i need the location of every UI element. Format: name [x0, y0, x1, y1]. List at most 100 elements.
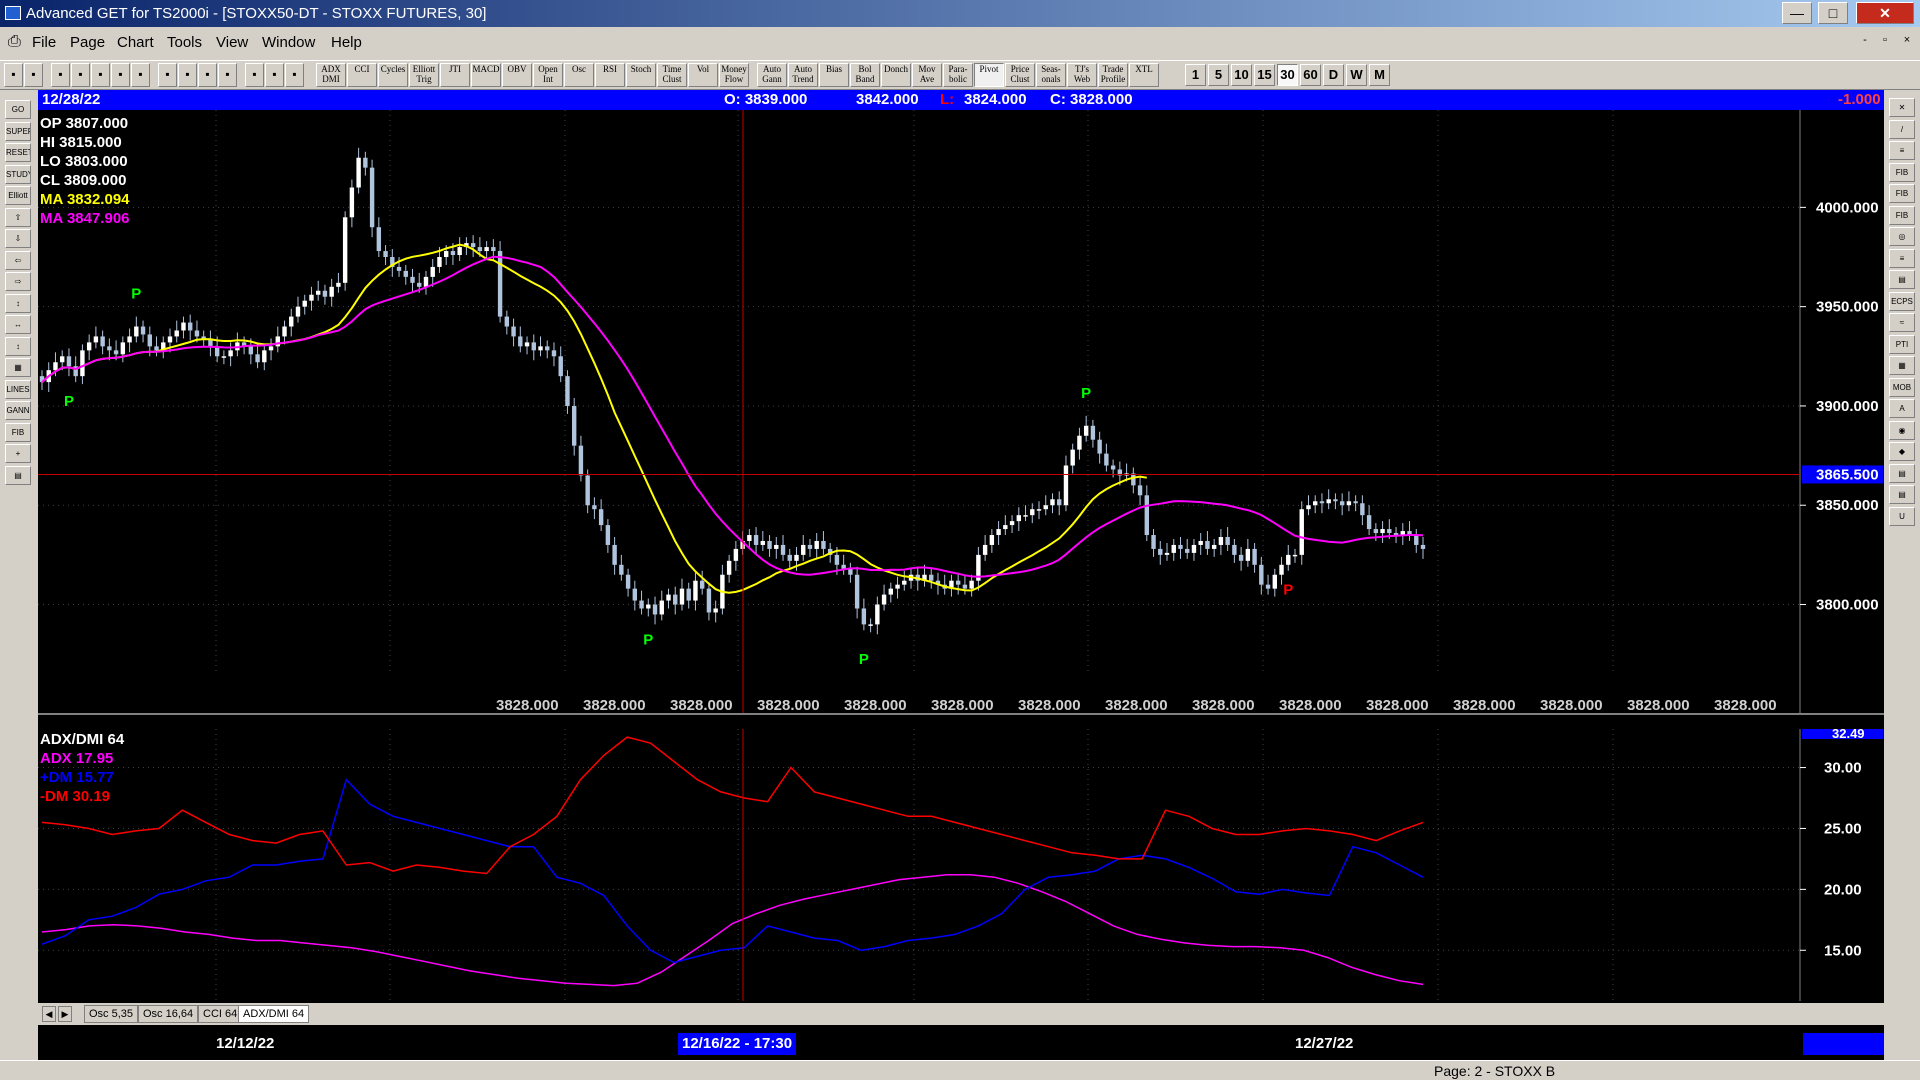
toolbar-tool-icon[interactable]: ▪	[198, 63, 217, 87]
left-tool-gann-icon[interactable]: GANN	[5, 401, 31, 420]
study-button-trade-profile[interactable]: Trade Profile	[1098, 63, 1128, 87]
study-button-auto-gann[interactable]: Auto Gann	[757, 63, 787, 87]
tab-scroll-right-icon[interactable]: ▶	[58, 1006, 72, 1022]
study-button-donch[interactable]: Donch	[881, 63, 911, 87]
tab-scroll-left-icon[interactable]: ◀	[42, 1006, 56, 1022]
menu-tools[interactable]: Tools	[167, 34, 202, 51]
menu-page[interactable]: Page	[70, 34, 105, 51]
left-tool-tool-icon[interactable]: ⇩	[5, 229, 31, 248]
toolbar-tool-icon[interactable]: ▪	[218, 63, 237, 87]
study-button-xtl[interactable]: XTL	[1129, 63, 1159, 87]
right-tool-fib-ext-icon[interactable]: FIB EXT	[1889, 184, 1915, 203]
study-button-price-clust[interactable]: Price Clust	[1005, 63, 1035, 87]
menu-view[interactable]: View	[216, 34, 248, 51]
mdi-restore-button[interactable]: ▫	[1876, 34, 1894, 50]
study-button-bias[interactable]: Bias	[819, 63, 849, 87]
study-button-obv[interactable]: OBV	[502, 63, 532, 87]
toolbar-tool-icon[interactable]: ▪	[158, 63, 177, 87]
timeframe-button-w[interactable]: W	[1346, 64, 1367, 86]
study-button-macd[interactable]: MACD	[471, 63, 501, 87]
left-tool-go-icon[interactable]: GO	[5, 100, 31, 119]
study-button-stoch[interactable]: Stoch	[626, 63, 656, 87]
right-tool-tool-icon[interactable]: ▤	[1889, 270, 1915, 289]
toolbar-tool-icon[interactable]: ▪	[245, 63, 264, 87]
toolbar-tool-icon[interactable]: ▪	[265, 63, 284, 87]
left-tool-fib-icon[interactable]: FIB	[5, 422, 31, 442]
study-button-bol-band[interactable]: Bol Band	[850, 63, 880, 87]
menu-file[interactable]: File	[32, 34, 56, 51]
adx-dmi-chart[interactable]: 30.00 25.00 20.00 15.00 32.49	[38, 729, 1884, 1001]
left-tool-lines-icon[interactable]: LINES	[5, 379, 31, 399]
minimize-button[interactable]: —	[1782, 2, 1812, 24]
study-button-rsi[interactable]: RSI	[595, 63, 625, 87]
timeframe-button-5[interactable]: 5	[1208, 64, 1229, 86]
right-tool-fib-time-icon[interactable]: FIB TIME	[1889, 205, 1915, 225]
timeframe-button-30[interactable]: 30	[1277, 64, 1298, 86]
study-button-vol[interactable]: Vol	[688, 63, 718, 87]
right-tool-tool-icon[interactable]: ◎	[1889, 227, 1915, 246]
close-button[interactable]: ✕	[1856, 2, 1914, 24]
left-tool-tool-icon[interactable]: ⇦	[5, 250, 31, 270]
tab-cci-64[interactable]: CCI 64	[198, 1005, 243, 1023]
study-button-mov-ave[interactable]: Mov Ave	[912, 63, 942, 87]
timeframe-button-15[interactable]: 15	[1254, 64, 1275, 86]
timeframe-button-m[interactable]: M	[1369, 64, 1390, 86]
study-button-pivot[interactable]: Pivot	[974, 63, 1004, 87]
study-button-para-bolic[interactable]: Para-bolic	[943, 63, 973, 87]
right-tool-tool-icon[interactable]: ≈	[1889, 313, 1915, 332]
left-tool-tool-icon[interactable]: ↔	[5, 315, 31, 334]
study-button-elliott-trig[interactable]: Elliott Trig	[409, 63, 439, 87]
price-chart[interactable]: 4000.000 3950.000 3900.000 3850.000 3800.000…	[38, 110, 1884, 715]
mdi-close-button[interactable]: ×	[1898, 34, 1916, 50]
right-tool-fib-ret-icon[interactable]: FIB RET	[1889, 162, 1915, 182]
study-button-adx-dmi[interactable]: ADX DMI	[316, 63, 346, 87]
timeframe-button-1[interactable]: 1	[1185, 64, 1206, 86]
study-button-cci[interactable]: CCI	[347, 63, 377, 87]
menu-help[interactable]: Help	[331, 34, 362, 51]
timeframe-button-60[interactable]: 60	[1300, 64, 1321, 86]
study-button-osc[interactable]: Osc	[564, 63, 594, 87]
study-button-auto-trend[interactable]: Auto Trend	[788, 63, 818, 87]
right-tool-tool-icon[interactable]: ≡	[1889, 248, 1915, 268]
toolbar-tool-icon[interactable]: ▪	[51, 63, 70, 87]
toolbar-tool-icon[interactable]: ▪	[71, 63, 90, 87]
left-tool-reset-icon[interactable]: RESET	[5, 143, 31, 162]
toolbar-tool-icon[interactable]: ▪	[4, 63, 23, 87]
left-tool-tool-icon[interactable]: ↕	[5, 293, 31, 313]
left-tool-tool-icon[interactable]: ↕	[5, 336, 31, 356]
left-tool-tool-icon[interactable]: ⇧	[5, 207, 31, 227]
right-tool-tool-icon[interactable]: ▦	[1889, 356, 1915, 375]
tab-osc-5-35[interactable]: Osc 5,35	[84, 1005, 139, 1023]
right-tool-a-icon[interactable]: A	[1889, 399, 1915, 418]
left-tool-super-icon[interactable]: SUPER	[5, 121, 31, 141]
toolbar-tool-icon[interactable]: ▪	[285, 63, 304, 87]
left-tool-tool-icon[interactable]: ⇨	[5, 272, 31, 291]
toolbar-tool-icon[interactable]: ▪	[111, 63, 130, 87]
toolbar-tool-icon[interactable]: ▪	[131, 63, 150, 87]
left-tool-tool-icon[interactable]: +	[5, 444, 31, 463]
study-button-seas-onals[interactable]: Seas-onals	[1036, 63, 1066, 87]
study-button-cycles[interactable]: Cycles	[378, 63, 408, 87]
right-tool-tool-icon[interactable]: ◆	[1889, 442, 1915, 461]
tab-adx-dmi-64[interactable]: ADX/DMI 64	[238, 1005, 310, 1023]
right-tool-u-icon[interactable]: U	[1889, 506, 1915, 526]
menu-chart[interactable]: Chart	[117, 34, 154, 51]
mdi-minimize-button[interactable]: -	[1856, 34, 1874, 50]
document-icon[interactable]: ⎙	[8, 33, 21, 51]
study-button-jti[interactable]: JTI	[440, 63, 470, 87]
timeframe-button-d[interactable]: D	[1323, 64, 1344, 86]
menu-window[interactable]: Window	[262, 34, 315, 51]
right-tool-tool-icon[interactable]: ▤	[1889, 485, 1915, 504]
left-tool-tool-icon[interactable]: ▤	[5, 465, 31, 485]
right-tool-tool-icon[interactable]: ≡	[1889, 141, 1915, 160]
left-tool-elliott-icon[interactable]: Elliott	[5, 186, 31, 205]
toolbar-tool-icon[interactable]: ▪	[91, 63, 110, 87]
timeframe-button-10[interactable]: 10	[1231, 64, 1252, 86]
tab-osc-16-64[interactable]: Osc 16,64	[138, 1005, 199, 1023]
study-button-tj-s-web[interactable]: TJ's Web	[1067, 63, 1097, 87]
toolbar-tool-icon[interactable]: ▪	[24, 63, 43, 87]
toolbar-tool-icon[interactable]: ▪	[178, 63, 197, 87]
right-tool-tool-icon[interactable]: ✕	[1889, 98, 1915, 117]
study-button-time-clust[interactable]: Time Clust	[657, 63, 687, 87]
left-tool-study-icon[interactable]: STUDY	[5, 164, 31, 184]
